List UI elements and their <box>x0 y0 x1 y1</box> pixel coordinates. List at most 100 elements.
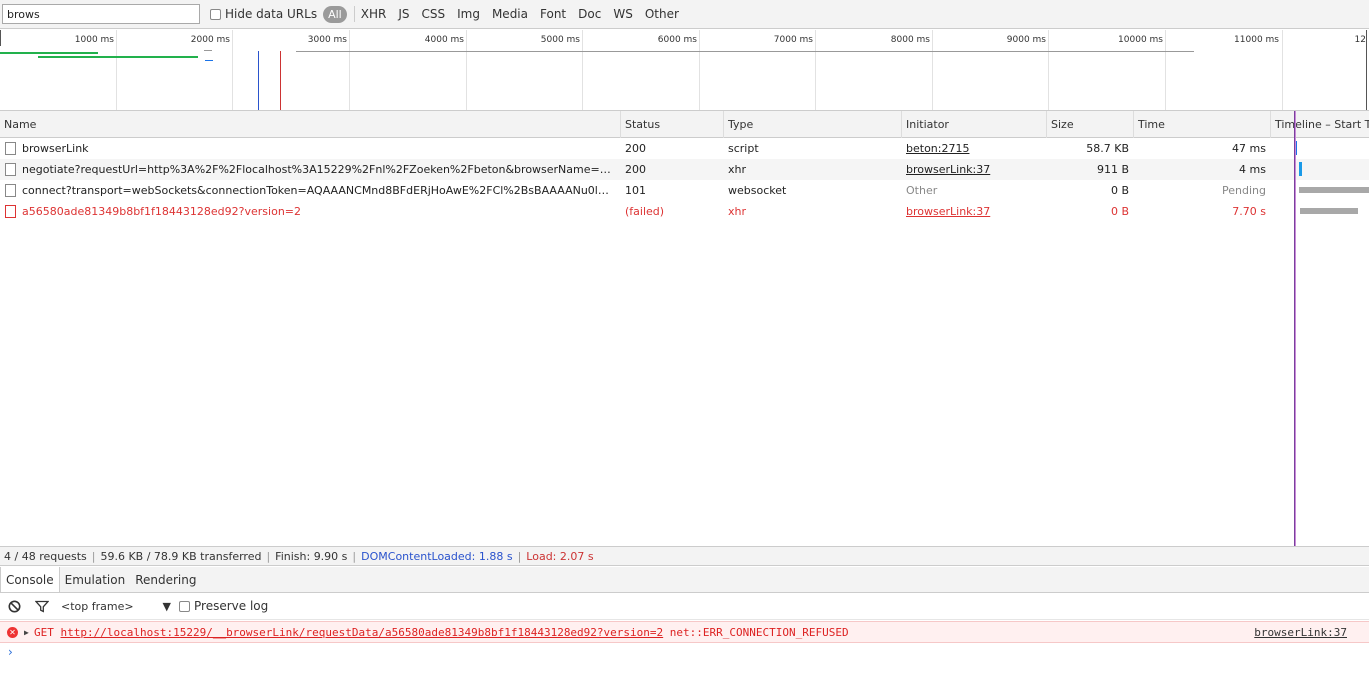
column-header-type[interactable]: Type <box>724 111 902 138</box>
overview-bar <box>205 60 213 61</box>
overview-tick-label: 6000 ms <box>657 35 697 45</box>
overview-load-line <box>280 51 281 110</box>
type-filter-js[interactable]: JS <box>398 7 409 21</box>
type-filter-font[interactable]: Font <box>540 7 566 21</box>
drawer-tab-bar: Console Emulation Rendering <box>0 567 1369 593</box>
overview-gridline <box>932 30 933 110</box>
type-filter-xhr[interactable]: XHR <box>361 7 387 21</box>
overview-gridline <box>699 30 700 110</box>
filter-separator <box>353 6 355 22</box>
request-size: 0 B <box>1110 184 1129 197</box>
waterfall-dcl-line <box>1295 111 1296 546</box>
overview-tick-label: 7000 ms <box>773 35 813 45</box>
file-icon <box>5 205 16 218</box>
column-header-initiator[interactable]: Initiator <box>902 111 1047 138</box>
type-filter-doc[interactable]: Doc <box>578 7 601 21</box>
overview-gridline <box>1048 30 1049 110</box>
request-name[interactable]: browserLink <box>22 138 616 159</box>
overview-tick-label: 12 <box>1354 35 1366 45</box>
hide-data-urls-checkbox[interactable] <box>210 8 221 20</box>
filter-icon[interactable] <box>35 600 49 613</box>
table-row[interactable]: a56580ade81349b8bf1f18443128ed92?version… <box>0 201 1369 222</box>
request-time: 47 ms <box>1232 142 1266 155</box>
column-header-size[interactable]: Size <box>1047 111 1134 138</box>
dropdown-arrow-icon: ▼ <box>162 599 171 613</box>
error-icon: ✕ <box>7 627 18 638</box>
file-icon <box>5 163 16 176</box>
error-url-link[interactable]: http://localhost:15229/__browserLink/req… <box>61 626 664 639</box>
request-initiator: Other <box>906 184 938 197</box>
clear-console-icon[interactable] <box>8 600 21 613</box>
filter-input[interactable] <box>2 4 200 24</box>
network-summary-bar: 4 / 48 requests | 59.6 KB / 78.9 KB transf… <box>0 546 1369 566</box>
request-table-body: browserLink 200 script beton:2715 58.7 K… <box>0 138 1369 546</box>
request-status: 200 <box>625 142 646 155</box>
request-type: xhr <box>728 205 747 218</box>
request-size: 911 B <box>1096 163 1129 176</box>
expand-triangle-icon[interactable]: ▶ <box>24 622 29 643</box>
hide-data-urls-label: Hide data URLs <box>225 7 318 21</box>
tab-rendering[interactable]: Rendering <box>130 567 201 592</box>
overview-gridline <box>466 30 467 110</box>
type-filter-all[interactable]: All <box>323 5 347 23</box>
type-filter-img[interactable]: Img <box>457 7 480 21</box>
console-error-text: GET http://localhost:15229/__browserLink… <box>34 622 849 643</box>
request-size: 58.7 KB <box>1086 142 1129 155</box>
waterfall-bar <box>1300 208 1358 214</box>
request-time: Pending <box>1222 184 1266 197</box>
error-source-link[interactable]: browserLink:37 <box>1254 622 1347 643</box>
overview-gridline <box>815 30 816 110</box>
overview-timeline[interactable]: 1000 ms 2000 ms 3000 ms 4000 ms 5000 ms … <box>0 30 1369 111</box>
overview-handle-left[interactable] <box>0 30 3 46</box>
summary-dom-content-loaded: DOMContentLoaded: 1.88 s <box>361 550 513 563</box>
column-header-time[interactable]: Time <box>1134 111 1271 138</box>
type-filter-media[interactable]: Media <box>492 7 528 21</box>
file-icon <box>5 184 16 197</box>
overview-tick-label: 10000 ms <box>1118 35 1163 45</box>
type-filter-ws[interactable]: WS <box>613 7 632 21</box>
summary-finish: Finish: 9.90 s <box>275 550 348 563</box>
preserve-log-checkbox[interactable] <box>179 600 190 612</box>
frame-select[interactable]: <top frame> ▼ <box>61 600 171 613</box>
overview-gridline <box>116 30 117 110</box>
request-initiator-link[interactable]: beton:2715 <box>906 138 1044 159</box>
console-prompt-icon[interactable]: › <box>8 645 13 659</box>
column-header-timeline[interactable]: Timeline – Start Time <box>1271 111 1369 138</box>
file-icon <box>5 142 16 155</box>
overview-bar <box>204 50 212 51</box>
request-size: 0 B <box>1110 205 1129 218</box>
type-filter-css[interactable]: CSS <box>421 7 445 21</box>
overview-tick-label: 1000 ms <box>74 35 114 45</box>
overview-gridline <box>349 30 350 110</box>
request-name[interactable]: negotiate?requestUrl=http%3A%2F%2Flocalh… <box>22 159 616 180</box>
summary-transferred: 59.6 KB / 78.9 KB transferred <box>100 550 262 563</box>
network-filter-bar: Hide data URLs All XHR JS CSS Img Media … <box>0 0 1369 29</box>
overview-gridline <box>1165 30 1166 110</box>
request-type: xhr <box>728 163 747 176</box>
overview-gridline <box>582 30 583 110</box>
console-error-message[interactable]: ✕ ▶ GET http://localhost:15229/__browser… <box>0 621 1369 643</box>
overview-tick-label: 2000 ms <box>190 35 230 45</box>
table-row[interactable]: browserLink 200 script beton:2715 58.7 K… <box>0 138 1369 159</box>
tab-console[interactable]: Console <box>0 567 60 592</box>
waterfall-bar <box>1299 187 1369 193</box>
tab-emulation[interactable]: Emulation <box>60 567 131 592</box>
request-name[interactable]: connect?transport=webSockets&connectionT… <box>22 180 616 201</box>
overview-gridline <box>1282 30 1283 110</box>
request-table-header: Name Status Type Initiator Size Time Tim… <box>0 111 1369 138</box>
column-header-status[interactable]: Status <box>621 111 724 138</box>
request-name[interactable]: a56580ade81349b8bf1f18443128ed92?version… <box>22 201 616 222</box>
column-header-name[interactable]: Name <box>0 111 621 138</box>
table-row[interactable]: connect?transport=webSockets&connectionT… <box>0 180 1369 201</box>
request-initiator-link[interactable]: browserLink:37 <box>906 159 1044 180</box>
overview-tick-label: 5000 ms <box>540 35 580 45</box>
request-time: 4 ms <box>1239 163 1266 176</box>
console-toolbar: <top frame> ▼ Preserve log <box>0 593 1369 620</box>
overview-tick-label: 3000 ms <box>307 35 347 45</box>
request-type: websocket <box>728 184 787 197</box>
overview-dcl-line <box>258 51 259 110</box>
overview-bar <box>0 52 98 54</box>
request-initiator-link[interactable]: browserLink:37 <box>906 201 1044 222</box>
table-row[interactable]: negotiate?requestUrl=http%3A%2F%2Flocalh… <box>0 159 1369 180</box>
type-filter-other[interactable]: Other <box>645 7 679 21</box>
